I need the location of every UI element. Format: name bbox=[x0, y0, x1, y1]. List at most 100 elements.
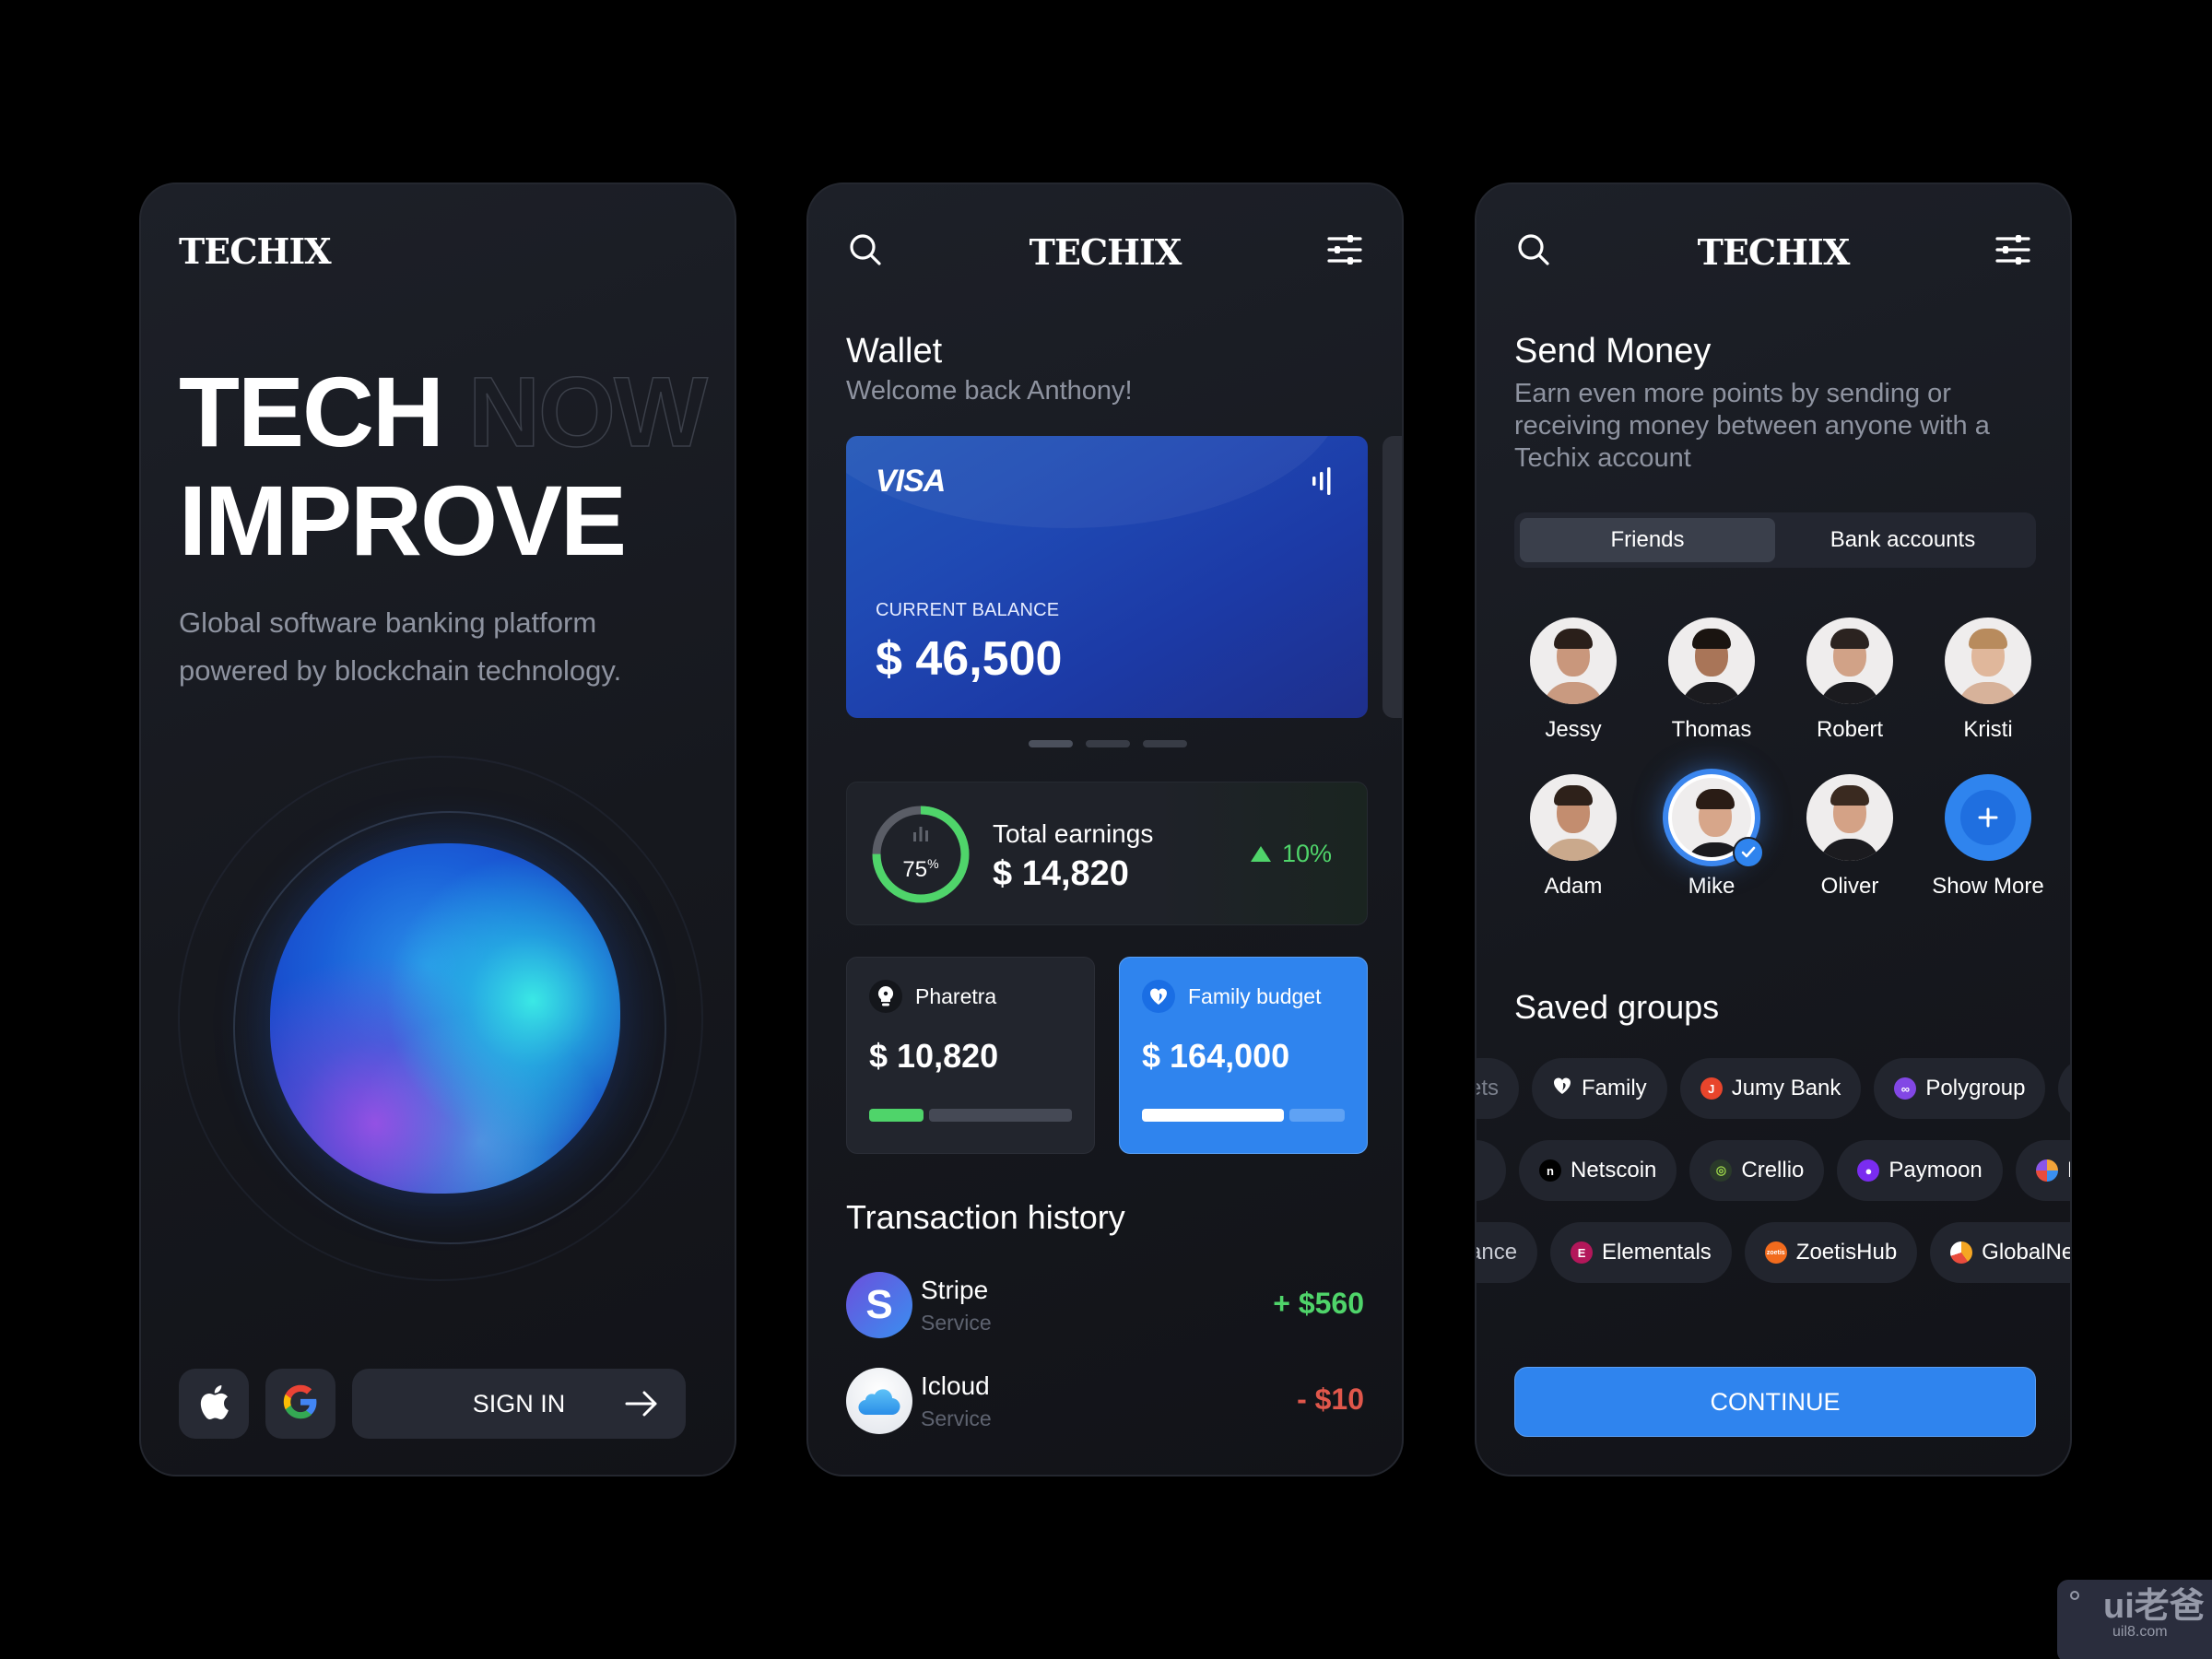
continue-button[interactable]: CONTINUE bbox=[1514, 1367, 2036, 1437]
pager-dot[interactable] bbox=[1029, 740, 1073, 747]
pager-dot[interactable] bbox=[1143, 740, 1187, 747]
avatar bbox=[1945, 618, 2031, 704]
group-chip-polygroup[interactable]: ∞ Polygroup bbox=[1874, 1058, 2046, 1119]
page-title: Send Money bbox=[1514, 332, 1712, 371]
friend-oliver[interactable]: Oliver bbox=[1781, 774, 1919, 900]
pager-dot[interactable] bbox=[1086, 740, 1130, 747]
budget-progress bbox=[869, 1109, 1072, 1122]
watermark-url: uil8.com bbox=[2112, 1624, 2168, 1640]
earnings-value: $ 14,820 bbox=[993, 854, 1129, 893]
watermark-dot-icon bbox=[2070, 1591, 2079, 1600]
transaction-type: Service bbox=[921, 1406, 992, 1430]
group-chip-crellio[interactable]: ◎ Crellio bbox=[1689, 1140, 1825, 1201]
card-pager bbox=[1029, 740, 1187, 747]
globalnets-logo bbox=[1950, 1241, 1973, 1264]
earnings-title: Total earnings bbox=[993, 819, 1154, 848]
group-chip-globalnets[interactable]: GlobalNets bbox=[1930, 1222, 2070, 1283]
avatar bbox=[1530, 618, 1617, 704]
budget-progress-track bbox=[1289, 1109, 1345, 1122]
group-chip[interactable]: o bbox=[1477, 1140, 1506, 1201]
friend-kristi[interactable]: Kristi bbox=[1919, 618, 2057, 743]
avatar bbox=[1806, 618, 1893, 704]
budget-value: $ 10,820 bbox=[869, 1037, 999, 1075]
budget-card-pharetra[interactable]: Pharetra $ 10,820 bbox=[846, 957, 1095, 1154]
avatar bbox=[1806, 774, 1893, 861]
visa-card[interactable]: VISA CURRENT BALANCE $ 46,500 bbox=[846, 436, 1368, 718]
sliders-icon bbox=[1995, 235, 2030, 268]
group-chip-partial[interactable] bbox=[2058, 1058, 2070, 1119]
group-chip[interactable]: ance bbox=[1477, 1222, 1538, 1283]
friend-name: Oliver bbox=[1820, 874, 1879, 899]
friend-jessy[interactable]: Jessy bbox=[1504, 618, 1642, 743]
icloud-logo bbox=[846, 1368, 912, 1434]
earnings-percent: 75 bbox=[902, 856, 928, 882]
show-more-button[interactable]: Show More bbox=[1919, 774, 2057, 900]
avatar bbox=[1530, 774, 1617, 861]
heart-shield-icon bbox=[1142, 980, 1175, 1013]
budget-value: $ 164,000 bbox=[1142, 1037, 1290, 1075]
friend-adam[interactable]: Adam bbox=[1504, 774, 1642, 900]
group-chip-netscoin[interactable]: n Netscoin bbox=[1519, 1140, 1677, 1201]
budget-progress-fill bbox=[1142, 1109, 1284, 1122]
friend-name: Adam bbox=[1544, 874, 1603, 899]
bar-chart-icon bbox=[912, 826, 929, 845]
friends-grid: Jessy Thomas Robert Kristi Adam Mike Oli… bbox=[1504, 618, 2057, 900]
stripe-logo: S bbox=[846, 1272, 912, 1338]
filter-button[interactable] bbox=[1993, 231, 2033, 272]
group-chip-family[interactable]: Family bbox=[1532, 1058, 1667, 1119]
top-bar: TECHIX bbox=[845, 229, 1365, 275]
recipient-type-tabs: Friends Bank accounts bbox=[1514, 512, 2036, 568]
budget-name: Family budget bbox=[1188, 983, 1322, 1008]
hero-word-now-outline: NOW bbox=[467, 356, 708, 467]
earnings-change-value: 10% bbox=[1281, 840, 1332, 867]
group-chip-jumy-bank[interactable]: J Jumy Bank bbox=[1679, 1058, 1862, 1119]
hero-subtitle: Global software banking platform powered… bbox=[179, 606, 622, 687]
transaction-type: Service bbox=[921, 1311, 992, 1335]
google-signin-button[interactable] bbox=[265, 1369, 335, 1439]
sliders-icon bbox=[1327, 235, 1362, 268]
sign-in-button[interactable]: SIGN IN bbox=[352, 1369, 686, 1439]
google-icon bbox=[283, 1384, 318, 1423]
total-earnings-card[interactable]: 75% Total earnings $ 14,820 10% bbox=[846, 782, 1368, 925]
current-balance-value: $ 46,500 bbox=[876, 632, 1063, 686]
transaction-row[interactable]: Icloud Service - $10 bbox=[846, 1368, 1364, 1441]
transaction-row[interactable]: S Stripe Service + $560 bbox=[846, 1272, 1364, 1346]
filter-button[interactable] bbox=[1324, 231, 1365, 272]
heart-icon bbox=[1552, 1076, 1572, 1101]
next-card-peek[interactable] bbox=[1382, 436, 1402, 718]
group-chip-row: o n Netscoin ◎ Crellio ● Paymoon Isome bbox=[1477, 1140, 2070, 1201]
elementals-logo: E bbox=[1571, 1241, 1594, 1264]
group-chip-row: ets Family J Jumy Bank ∞ Polygroup bbox=[1477, 1058, 2070, 1119]
percent-sign: % bbox=[927, 855, 939, 871]
budget-progress-fill bbox=[869, 1109, 924, 1122]
isome-logo bbox=[2035, 1159, 2058, 1182]
avatar bbox=[1668, 618, 1755, 704]
group-chip-isome[interactable]: Isome bbox=[2015, 1140, 2070, 1201]
friend-mike[interactable]: Mike bbox=[1642, 769, 1781, 900]
tab-friends[interactable]: Friends bbox=[1520, 518, 1775, 562]
page-description: Earn even more points by sending or rece… bbox=[1514, 379, 1990, 473]
search-button[interactable] bbox=[1513, 231, 1554, 272]
apple-icon bbox=[198, 1383, 229, 1424]
friend-name: Jessy bbox=[1545, 717, 1602, 742]
hero-heading: TECH NOW IMPROVE bbox=[179, 356, 709, 575]
paymoon-logo: ● bbox=[1857, 1159, 1880, 1182]
netscoin-logo: n bbox=[1539, 1159, 1561, 1182]
polygroup-logo: ∞ bbox=[1894, 1077, 1917, 1100]
group-chip-zoetishub[interactable]: zoetis ZoetisHub bbox=[1744, 1222, 1918, 1283]
apple-signin-button[interactable] bbox=[179, 1369, 249, 1439]
group-chip[interactable]: ets bbox=[1477, 1058, 1520, 1119]
tab-bank-accounts[interactable]: Bank accounts bbox=[1775, 518, 2030, 562]
blob-sphere bbox=[270, 843, 620, 1194]
search-icon bbox=[848, 232, 883, 271]
transaction-name: Stripe bbox=[921, 1276, 989, 1304]
group-chip-elementals[interactable]: E Elementals bbox=[1550, 1222, 1732, 1283]
friend-thomas[interactable]: Thomas bbox=[1642, 618, 1781, 743]
top-bar: TECHIX bbox=[1513, 229, 2033, 275]
jumy-bank-logo: J bbox=[1700, 1077, 1723, 1100]
search-button[interactable] bbox=[845, 231, 886, 272]
group-chip-paymoon[interactable]: ● Paymoon bbox=[1837, 1140, 2003, 1201]
friend-robert[interactable]: Robert bbox=[1781, 618, 1919, 743]
budget-card-family[interactable]: Family budget $ 164,000 bbox=[1119, 957, 1368, 1154]
saved-groups-title: Saved groups bbox=[1514, 988, 1720, 1026]
